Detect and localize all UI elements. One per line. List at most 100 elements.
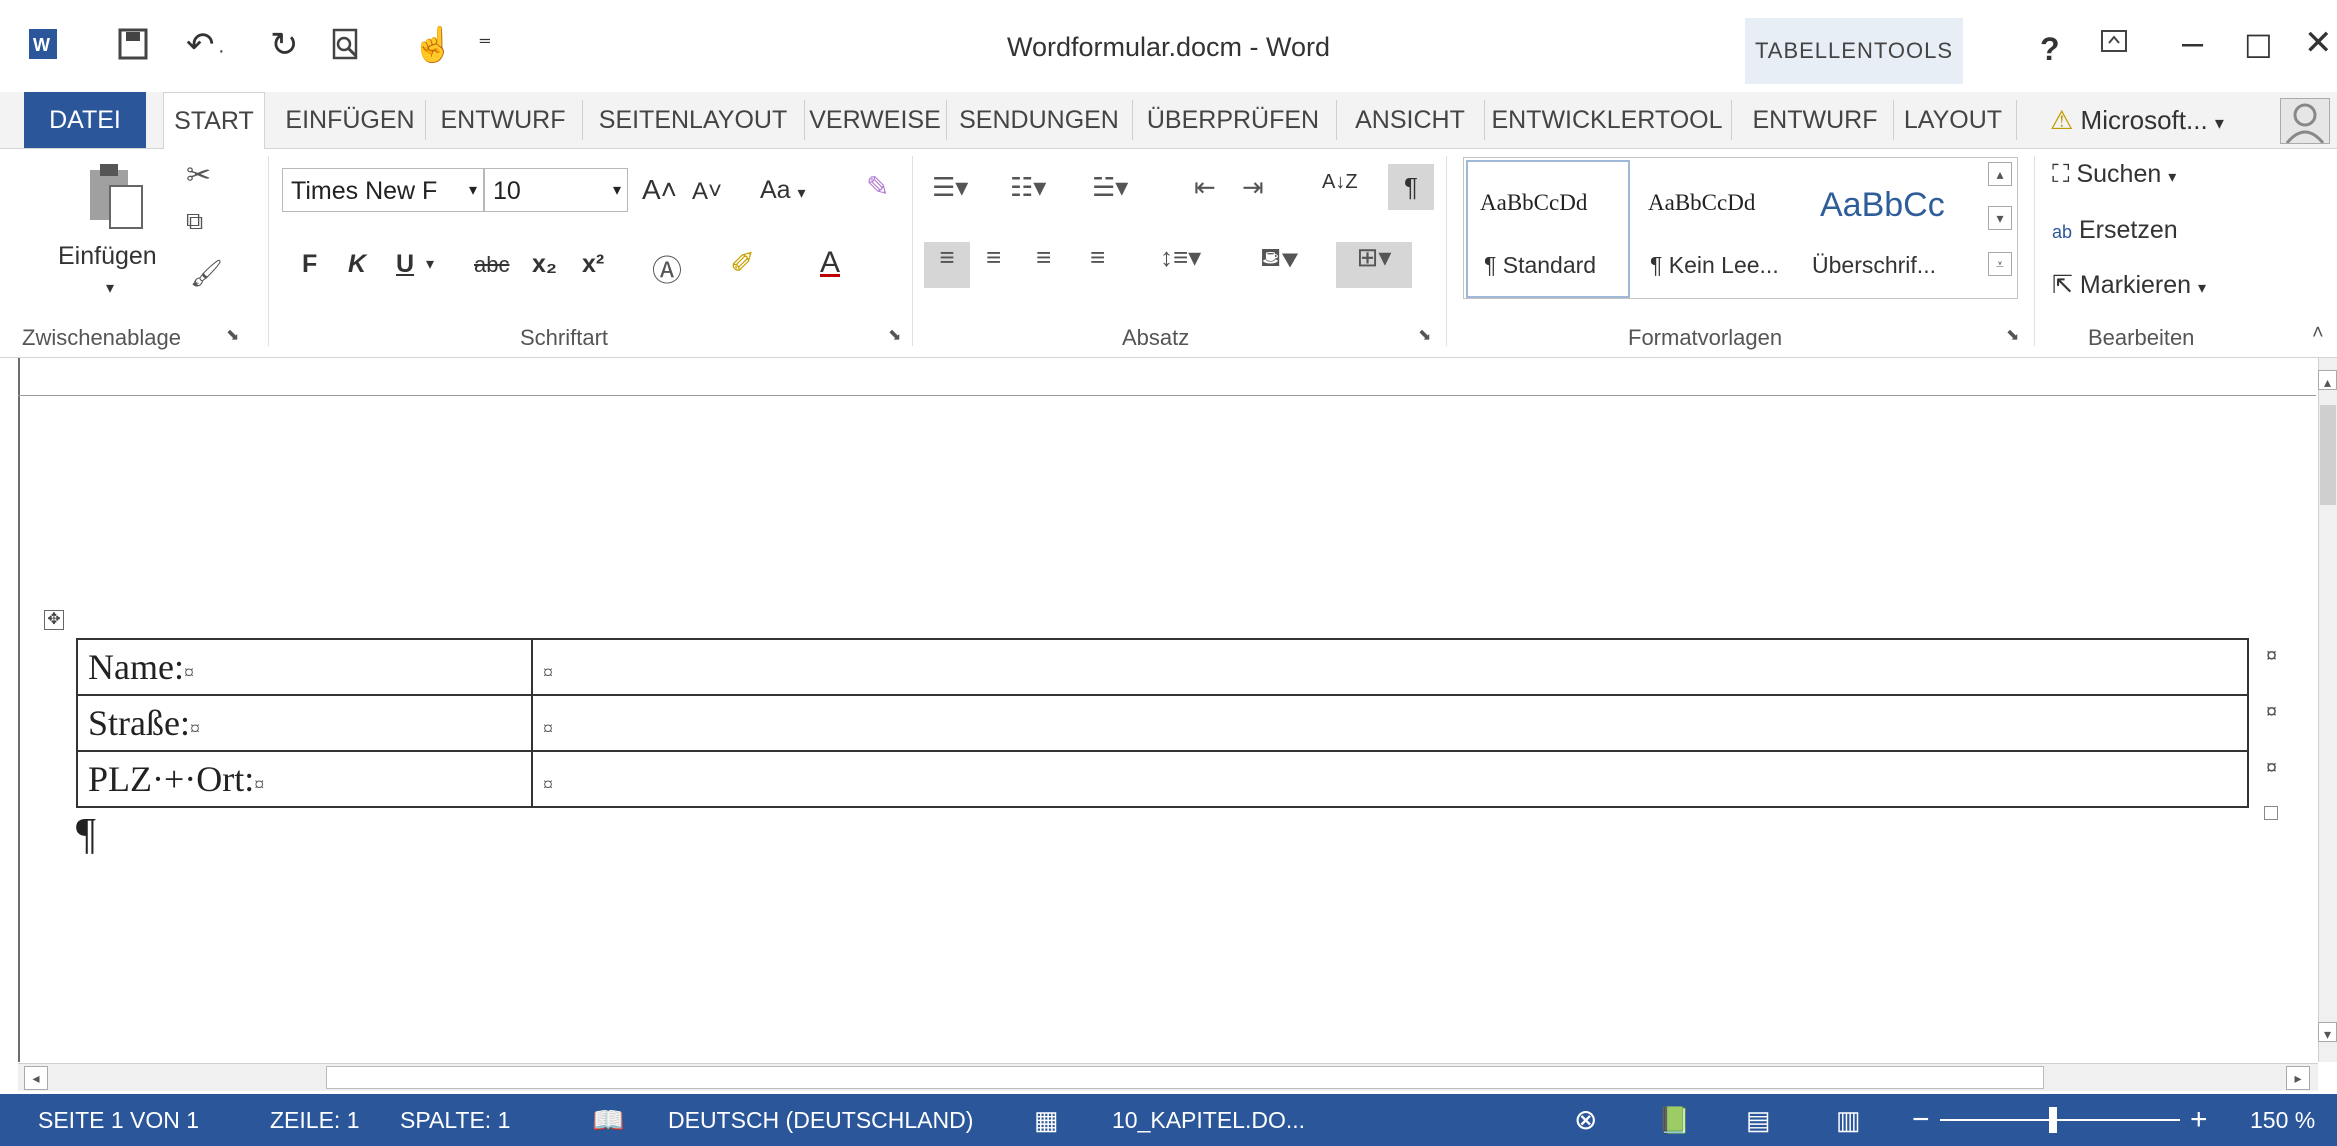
find-button[interactable]: ⛶ Suchen ▾ [2052,160,2176,189]
minimize-icon[interactable]: – [2182,24,2203,62]
select-button[interactable]: ⇱ Markieren ▾ [2052,270,2206,300]
tab-einfuegen[interactable]: EINFÜGEN [278,92,422,148]
row-end-marker: ¤ [2266,701,2278,723]
table-cell-value[interactable]: ¤ [531,694,2249,752]
tab-sendungen[interactable]: SENDUNGEN [950,92,1128,148]
cancel-macro-icon[interactable]: ⊗ [1574,1094,1597,1146]
paste-icon[interactable] [86,160,146,242]
font-name-combo[interactable]: Times New F ▾ [282,168,484,212]
shrink-font-button[interactable]: A˅ [692,178,722,206]
read-mode-icon[interactable]: 📗 [1658,1094,1690,1146]
align-right-icon[interactable]: ≡ [1036,242,1051,273]
font-name-value: Times New F [291,177,438,205]
styles-scroll-down-icon[interactable]: ▾ [1988,206,2012,230]
multilevel-list-icon[interactable]: ☱▾ [1092,172,1128,203]
table-cell-label[interactable]: Straße:¤ [76,694,533,752]
chevron-down-icon: ▾ [2214,113,2224,133]
status-macro-document[interactable]: 10_KAPITEL.DO... [1112,1094,1305,1146]
bullets-icon[interactable]: ☰▾ [932,172,968,203]
replace-button[interactable]: ab Ersetzen [2052,216,2178,245]
style-name-ueberschrift: Überschrif... [1812,252,1936,278]
horizontal-scroll-thumb[interactable] [326,1066,2044,1089]
tab-table-entwurf[interactable]: ENTWURF [1745,92,1885,148]
scroll-down-icon[interactable]: ▾ [2318,1022,2337,1042]
scroll-up-icon[interactable]: ▴ [2318,370,2337,390]
paste-button-label[interactable]: Einfügen [58,242,157,271]
strikethrough-button[interactable]: abc [474,252,509,278]
decrease-indent-icon[interactable]: ⇤ [1194,172,1216,203]
scroll-left-icon[interactable]: ◂ [24,1066,48,1090]
tab-start[interactable]: START [163,92,265,150]
table-cell-value[interactable]: ¤ [531,638,2249,696]
change-case-button[interactable]: Aa ▾ [760,176,806,205]
format-painter-icon[interactable]: 🖌 [190,258,223,289]
underline-dropdown-icon[interactable]: ▾ [426,254,434,274]
clear-formatting-icon[interactable]: ✎ [866,170,889,203]
borders-icon[interactable]: ⊞▾ [1336,242,1412,288]
align-center-icon[interactable]: ≡ [986,242,1001,273]
font-launcher-icon[interactable]: ⬊ [888,325,901,345]
tab-datei[interactable]: DATEI [24,92,146,148]
account-menu[interactable]: ⚠ Microsoft... ▾ [2050,92,2224,148]
avatar[interactable] [2280,98,2330,144]
binoculars-icon: ⛶ [2052,160,2070,188]
styles-scroll-up-icon[interactable]: ▴ [1988,162,2012,186]
status-language[interactable]: DEUTSCH (DEUTSCHLAND) [668,1094,973,1146]
tab-ueberpruefen[interactable]: ÜBERPRÜFEN [1136,92,1330,148]
copy-icon[interactable]: ⧉ [186,208,203,236]
table-row: Straße:¤ ¤ [76,694,2249,752]
underline-button[interactable]: U [396,250,414,279]
justify-icon[interactable]: ≡ [1090,242,1105,273]
table-move-handle-icon[interactable]: ✥ [44,610,64,630]
tab-ansicht[interactable]: ANSICHT [1340,92,1480,148]
vertical-scroll-thumb[interactable] [2320,405,2336,505]
tab-seitenlayout[interactable]: SEITENLAYOUT [587,92,799,148]
sort-button[interactable]: A↓Z [1322,172,1358,192]
font-color-icon[interactable]: A [820,246,840,280]
clipboard-launcher-icon[interactable]: ⬊ [226,325,239,345]
grow-font-button[interactable]: A˄ [642,174,677,206]
tab-entwicklertool[interactable]: ENTWICKLERTOOL [1487,92,1727,148]
styles-more-icon[interactable]: ⩡ [1988,252,2012,276]
italic-button[interactable]: K [348,250,366,279]
macro-recording-icon[interactable]: ▦ [1034,1094,1059,1146]
increase-indent-icon[interactable]: ⇥ [1242,172,1264,203]
cut-icon[interactable]: ✂ [186,158,211,193]
table-cell-value[interactable]: ¤ [531,750,2249,808]
tab-verweise[interactable]: VERWEISE [808,92,942,148]
zoom-in-icon[interactable]: + [2190,1094,2208,1146]
status-page[interactable]: SEITE 1 VON 1 [38,1094,199,1146]
font-size-combo[interactable]: 10 ▾ [484,168,628,212]
status-zoom-level[interactable]: 150 % [2250,1094,2315,1146]
maximize-icon[interactable]: ☐ [2244,28,2273,66]
tab-entwurf[interactable]: ENTWURF [428,92,578,148]
shading-icon[interactable]: ⛾▾ [1260,242,1299,277]
numbering-icon[interactable]: ☷▾ [1010,172,1046,203]
bold-button[interactable]: F [302,250,317,279]
zoom-slider-thumb[interactable] [2048,1107,2057,1133]
line-spacing-icon[interactable]: ↕≡▾ [1160,242,1201,273]
superscript-button[interactable]: x² [582,250,604,279]
zoom-slider-track[interactable] [1940,1119,2180,1121]
collapse-ribbon-icon[interactable]: ˄ [2312,322,2324,345]
table-cell-label[interactable]: PLZ·+·Ort:¤ [76,750,533,808]
show-formatting-marks-button[interactable]: ¶ [1388,164,1434,210]
paragraph-launcher-icon[interactable]: ⬊ [1418,325,1431,345]
zoom-out-icon[interactable]: − [1912,1094,1930,1146]
help-icon[interactable]: ? [2040,30,2060,68]
print-layout-icon[interactable]: ▤ [1746,1094,1771,1146]
styles-launcher-icon[interactable]: ⬊ [2006,325,2019,345]
tab-table-layout[interactable]: LAYOUT [1897,92,2009,148]
table-resize-handle[interactable] [2264,806,2278,820]
table-cell-label[interactable]: Name:¤ [76,638,533,696]
proofing-icon[interactable]: 📖 [592,1094,624,1146]
web-layout-icon[interactable]: ▥ [1836,1094,1861,1146]
scroll-right-icon[interactable]: ▸ [2286,1066,2310,1090]
paste-dropdown-icon[interactable]: ▾ [106,278,114,298]
close-icon[interactable]: ✕ [2304,24,2333,62]
align-left-icon[interactable]: ≡ [924,242,970,288]
subscript-button[interactable]: x₂ [532,250,557,279]
highlight-color-icon[interactable]: ✐ [730,246,755,281]
text-effects-icon[interactable]: Ⓐ [652,246,682,290]
ribbon-display-options-icon[interactable] [2100,24,2128,62]
